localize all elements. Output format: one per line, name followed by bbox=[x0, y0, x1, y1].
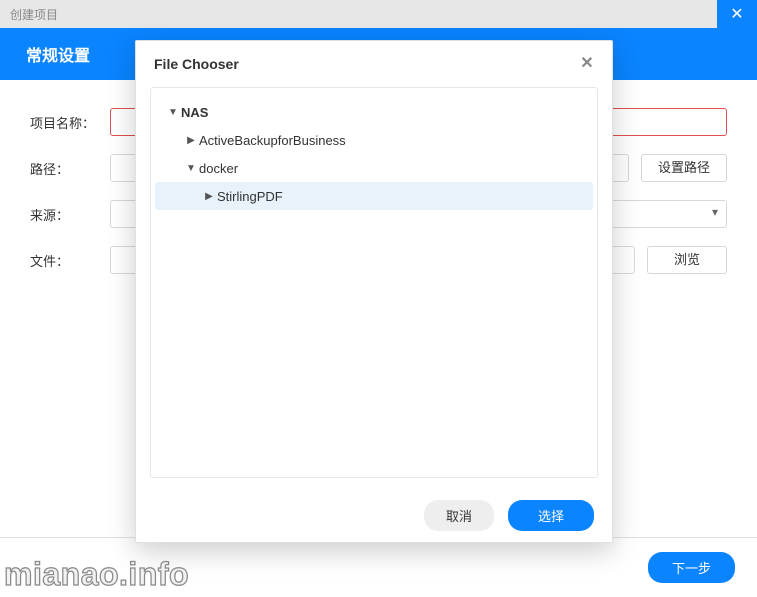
dialog-header: File Chooser ✕ bbox=[136, 41, 612, 87]
dialog-close-button[interactable]: ✕ bbox=[576, 53, 598, 75]
tree-row[interactable]: ▶StirlingPDF bbox=[155, 182, 593, 210]
caret-down-icon[interactable]: ▼ bbox=[183, 163, 199, 174]
cancel-button[interactable]: 取消 bbox=[424, 500, 494, 531]
tree-label: docker bbox=[199, 161, 238, 176]
tree-row[interactable]: ▶ActiveBackupforBusiness bbox=[155, 126, 593, 154]
close-icon: ✕ bbox=[580, 55, 593, 72]
folder-tree: ▼NAS▶ActiveBackupforBusiness▼docker▶Stir… bbox=[150, 87, 598, 478]
tree-label: NAS bbox=[181, 105, 208, 120]
modal-overlay: File Chooser ✕ ▼NAS▶ActiveBackupforBusin… bbox=[0, 0, 757, 597]
caret-down-icon[interactable]: ▼ bbox=[165, 107, 181, 118]
dialog-body: ▼NAS▶ActiveBackupforBusiness▼docker▶Stir… bbox=[136, 87, 612, 488]
file-chooser-dialog: File Chooser ✕ ▼NAS▶ActiveBackupforBusin… bbox=[135, 40, 613, 543]
tree-label: StirlingPDF bbox=[217, 189, 283, 204]
caret-right-icon[interactable]: ▶ bbox=[183, 135, 199, 146]
tree-label: ActiveBackupforBusiness bbox=[199, 133, 346, 148]
tree-row[interactable]: ▼NAS bbox=[155, 98, 593, 126]
select-button[interactable]: 选择 bbox=[508, 500, 594, 531]
caret-right-icon[interactable]: ▶ bbox=[201, 191, 217, 202]
dialog-title: File Chooser bbox=[154, 56, 239, 72]
dialog-footer: 取消 选择 bbox=[136, 488, 612, 542]
tree-row[interactable]: ▼docker bbox=[155, 154, 593, 182]
watermark-text: mianao.info bbox=[4, 556, 189, 593]
